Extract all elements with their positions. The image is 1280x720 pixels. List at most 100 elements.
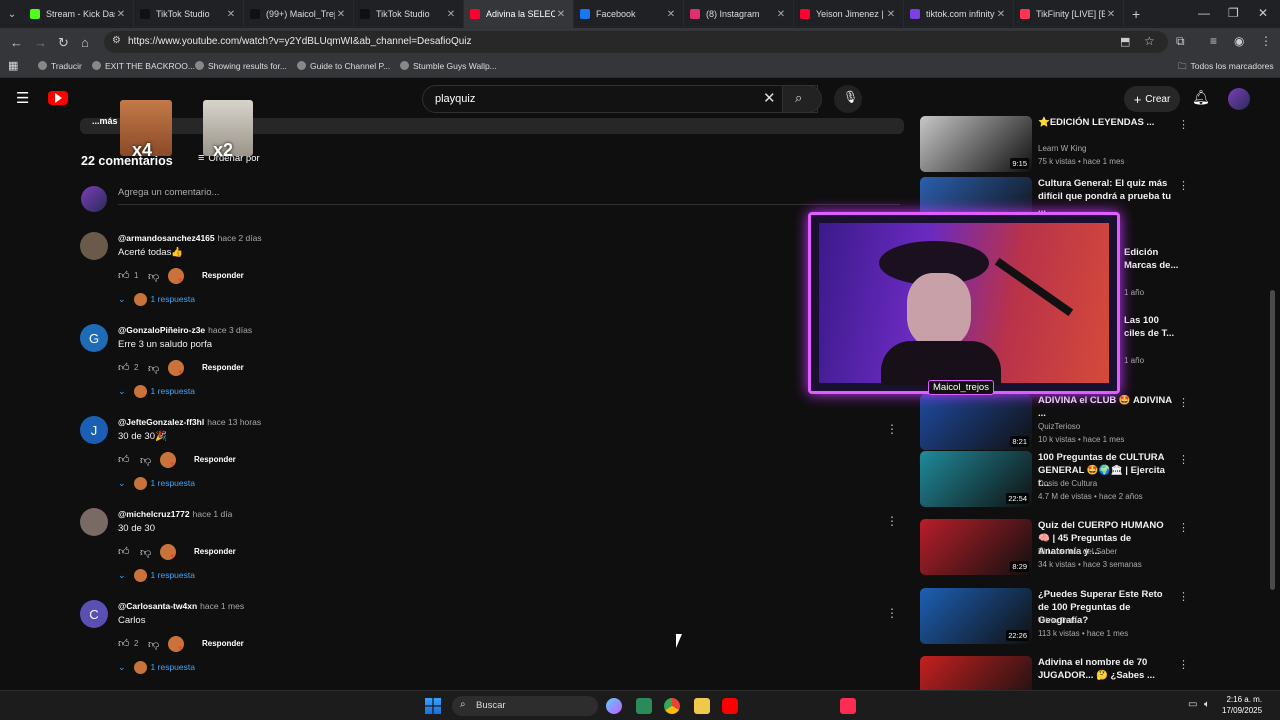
tab-close-icon[interactable]: ✕ (995, 9, 1007, 20)
video-menu-icon[interactable]: ⋮ (1178, 118, 1189, 131)
view-replies-button[interactable]: ⌄ 1 respuesta (118, 569, 195, 582)
bookmark-traducir[interactable]: Traducir (38, 61, 82, 71)
video-channel[interactable]: QuizTerioso (1038, 422, 1080, 431)
all-bookmarks[interactable]: 🗀 Todos los marcadores (1178, 61, 1274, 75)
video-channel[interactable]: Learn W King (1038, 144, 1086, 153)
volume-icon[interactable]: 🔈︎ (1204, 699, 1210, 710)
bookmark-star-icon[interactable]: ☆ (1144, 34, 1155, 48)
partial-rec-title-1[interactable]: Edición Marcas de... (1124, 246, 1180, 272)
bookmark-backrooms[interactable]: EXIT THE BACKROO... (92, 61, 195, 71)
browser-tab[interactable]: tiktok.com infinity ✕ (904, 0, 1014, 28)
menu-icon[interactable]: ⋮ (1260, 34, 1272, 48)
minimize-icon[interactable]: — (1198, 6, 1210, 20)
commenter-avatar[interactable]: J (80, 416, 108, 444)
add-comment-input[interactable]: Agrega un comentario... (118, 187, 219, 198)
tab-close-icon[interactable]: ✕ (335, 9, 347, 20)
view-replies-button[interactable]: ⌄ 1 respuesta (118, 661, 195, 674)
dislike-icon[interactable]: 👎︎ (148, 638, 161, 651)
reply-button[interactable]: Responder (194, 455, 236, 464)
windows-start-icon[interactable] (425, 698, 441, 714)
tab-close-icon[interactable]: ✕ (885, 9, 897, 20)
show-more-link[interactable]: ...más (92, 116, 118, 126)
video-thumbnail[interactable]: 22:26 (920, 588, 1032, 644)
comment-menu-icon[interactable]: ⋮ (886, 422, 898, 436)
recommended-video[interactable]: 8:29 Quiz del CUERPO HUMANO 🧠 | 45 Pregun… (920, 519, 1190, 579)
video-title[interactable]: ⭐EDICIÓN LEYENDAS ... (1038, 116, 1176, 129)
like-icon[interactable]: 👍︎ (118, 545, 131, 558)
like-icon[interactable]: 👍︎ (118, 453, 131, 466)
video-thumbnail[interactable]: 22:54 (920, 451, 1032, 507)
tab-close-icon[interactable]: ✕ (225, 9, 237, 20)
recommended-video[interactable]: 22:54 100 Preguntas de CULTURA GENERAL 🤩🌍… (920, 451, 1190, 511)
video-menu-icon[interactable]: ⋮ (1178, 658, 1189, 671)
file-explorer-icon[interactable] (694, 698, 710, 714)
reload-icon[interactable]: ↻ (58, 35, 69, 51)
comment-author[interactable]: @JefteGonzalez-ff3hl hace 13 horas (118, 417, 261, 427)
tab-close-icon[interactable]: ✕ (115, 9, 127, 20)
like-icon[interactable]: 👍︎ (118, 361, 131, 374)
bookmark-guide[interactable]: Guide to Channel P... (297, 61, 390, 71)
recommended-video[interactable]: 9:15 ⭐EDICIÓN LEYENDAS ... Learn W King 75 … (920, 116, 1190, 176)
dislike-icon[interactable]: 👎︎ (148, 362, 161, 375)
back-icon[interactable]: ← (10, 35, 23, 50)
video-menu-icon[interactable]: ⋮ (1178, 453, 1189, 466)
partial-rec-title-2[interactable]: Las 100 ciles de T... (1124, 314, 1180, 340)
dislike-icon[interactable]: 👎︎ (148, 270, 161, 283)
youtube-app-icon[interactable] (722, 698, 738, 714)
browser-tab[interactable]: Facebook ✕ (574, 0, 684, 28)
browser-tab[interactable]: TikFinity [LIVE] [B ✕ (1014, 0, 1124, 28)
recommended-video[interactable]: 8:21 ADIVINA el CLUB 🤩 ADIVINA ... QuizTer… (920, 394, 1190, 454)
video-channel[interactable]: Trivia Time (1038, 616, 1077, 625)
page-scrollbar[interactable] (1270, 290, 1275, 590)
maximize-icon[interactable]: ❐ (1228, 6, 1239, 20)
app-icon[interactable] (636, 698, 652, 714)
taskbar-search[interactable]: ⌕ Buscar (452, 696, 598, 716)
account-avatar[interactable] (1228, 88, 1250, 110)
comment-author[interactable]: @Carlosanta-tw4xn hace 1 mes (118, 601, 244, 611)
reply-button[interactable]: Responder (202, 363, 244, 372)
url-bar[interactable]: ⚙ https://www.youtube.com/watch?v=y2YdBL… (104, 31, 1168, 53)
video-thumbnail[interactable]: 9:15 (920, 116, 1032, 172)
reply-button[interactable]: Responder (194, 547, 236, 556)
browser-tab[interactable]: TikTok Studio ✕ (354, 0, 464, 28)
video-thumbnail[interactable]: 8:29 (920, 519, 1032, 575)
commenter-avatar[interactable]: G (80, 324, 108, 352)
search-button[interactable]: ⌕ (782, 85, 822, 113)
create-button[interactable]: + Crear (1124, 86, 1180, 112)
search-input[interactable]: playquiz (435, 93, 475, 105)
clear-search-icon[interactable]: ✕ (763, 89, 776, 107)
forward-icon[interactable]: → (34, 35, 47, 50)
tab-close-icon[interactable]: ✕ (665, 9, 677, 20)
reply-button[interactable]: Responder (202, 639, 244, 648)
video-thumbnail[interactable]: 8:21 (920, 394, 1032, 450)
dislike-icon[interactable]: 👎︎ (140, 546, 153, 559)
reply-button[interactable]: Responder (202, 271, 244, 280)
new-tab-button[interactable]: + (1132, 6, 1140, 22)
comment-author[interactable]: @GonzaloPiñeiro-z3e hace 3 días (118, 325, 252, 335)
extensions-icon[interactable]: ⧉ (1176, 34, 1185, 49)
bookmark-stumble[interactable]: Stumble Guys Wallp... (400, 61, 497, 71)
comment-menu-icon[interactable]: ⋮ (886, 606, 898, 620)
view-replies-button[interactable]: ⌄ 1 respuesta (118, 477, 195, 490)
video-menu-icon[interactable]: ⋮ (1178, 521, 1189, 534)
video-title[interactable]: Adivina el nombre de 70 JUGADOR... 🤔 ¿Sa… (1038, 656, 1176, 682)
home-icon[interactable]: ⌂ (81, 35, 89, 50)
browser-tab[interactable]: TikTok Studio ✕ (134, 0, 244, 28)
close-window-icon[interactable]: ✕ (1258, 6, 1268, 20)
video-menu-icon[interactable]: ⋮ (1178, 179, 1189, 192)
comment-author[interactable]: @michelcruz1772 hace 1 día (118, 509, 232, 519)
view-replies-button[interactable]: ⌄ 1 respuesta (118, 385, 195, 398)
chrome-icon[interactable] (664, 698, 680, 714)
tab-close-icon[interactable]: ✕ (555, 9, 567, 20)
notifications-bell-icon[interactable]: 🔔︎ (1192, 89, 1210, 106)
commenter-avatar[interactable] (80, 232, 108, 260)
tab-search-icon[interactable]: ⌄ (0, 9, 24, 20)
dislike-icon[interactable]: 👎︎ (140, 454, 153, 467)
tab-close-icon[interactable]: ✕ (1105, 9, 1117, 20)
reading-list-icon[interactable]: ≡ (1210, 34, 1217, 48)
browser-tab[interactable]: Stream - Kick Das ✕ (24, 0, 134, 28)
commenter-avatar[interactable]: C (80, 600, 108, 628)
browser-tab[interactable]: (99+) Maicol_Trej ✕ (244, 0, 354, 28)
network-icon[interactable]: ▭ (1188, 699, 1197, 710)
commenter-avatar[interactable] (80, 508, 108, 536)
